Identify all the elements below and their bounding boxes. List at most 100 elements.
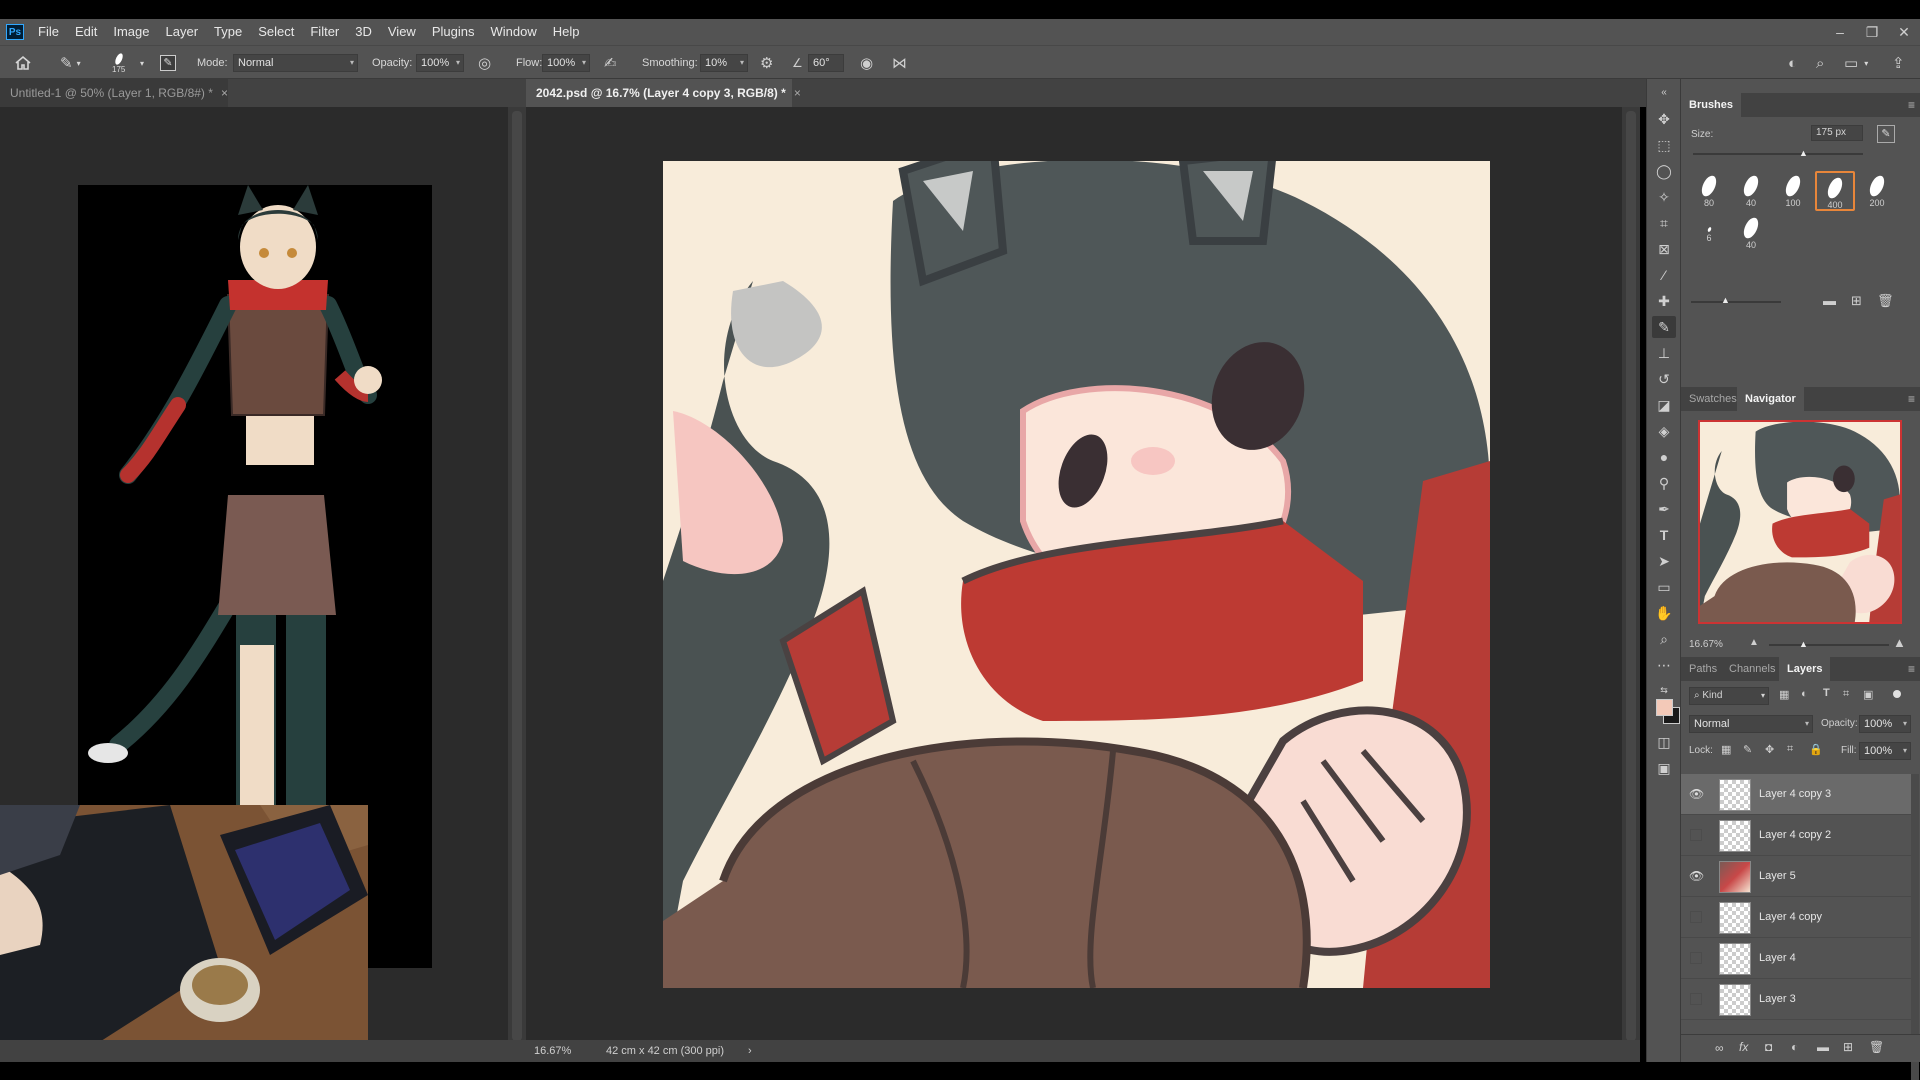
close-icon[interactable]: × xyxy=(794,86,801,100)
pressure-size-icon[interactable]: ◉ xyxy=(860,46,873,80)
flow-field[interactable]: 100% ▾ xyxy=(542,54,590,72)
panel-menu-icon[interactable]: ≡ xyxy=(1908,387,1915,411)
lasso-tool-icon[interactable]: ◯ xyxy=(1652,160,1676,182)
lock-artboard-icon[interactable]: ⌗ xyxy=(1787,743,1793,756)
new-group-folder-icon[interactable]: ▬ xyxy=(1823,293,1836,308)
layer-style-fx-icon[interactable]: fx xyxy=(1739,1040,1748,1054)
delete-layer-icon[interactable]: 🗑 xyxy=(1869,1040,1884,1054)
layer-row[interactable]: 👁 Layer 5 xyxy=(1681,856,1911,897)
close-icon[interactable]: × xyxy=(221,86,228,100)
search-icon[interactable]: ⌕ xyxy=(1816,46,1824,80)
brush-size-slider-handle[interactable]: ▲ xyxy=(1799,148,1808,158)
smoothing-field[interactable]: 10% ▾ xyxy=(700,54,748,72)
menu-type[interactable]: Type xyxy=(206,19,250,45)
menu-select[interactable]: Select xyxy=(250,19,302,45)
visibility-toggle-hidden[interactable] xyxy=(1690,952,1702,964)
panel-menu-icon[interactable]: ≡ xyxy=(1908,93,1915,117)
main-artwork-canvas[interactable] xyxy=(663,161,1490,988)
photoshop-logo-icon[interactable]: Ps xyxy=(6,24,24,40)
eye-icon[interactable]: 👁 xyxy=(1689,869,1704,883)
marquee-tool-icon[interactable]: ⬚ xyxy=(1652,134,1676,156)
link-layers-icon[interactable]: ∞ xyxy=(1715,1041,1724,1055)
new-group-icon[interactable]: ▬ xyxy=(1817,1040,1829,1054)
navigator-zoom-slider-handle[interactable]: ▲ xyxy=(1799,639,1808,649)
workspace-icon[interactable]: ▭ ▾ xyxy=(1844,46,1868,80)
tab-untitled-1[interactable]: Untitled-1 @ 50% (Layer 1, RGB/8#) * × xyxy=(0,79,228,107)
brush-size-field[interactable]: 175 px xyxy=(1811,125,1863,141)
layer-kind-filter[interactable]: ⌕ Kind ▾ xyxy=(1689,687,1769,705)
swap-colors-icon[interactable]: ⇆ xyxy=(1652,679,1676,701)
adjustment-layer-icon[interactable]: ◐ xyxy=(1791,1040,1798,1054)
visibility-toggle-hidden[interactable] xyxy=(1690,911,1702,923)
tab-paths[interactable]: Paths xyxy=(1681,657,1725,681)
clone-stamp-tool-icon[interactable]: ⊥ xyxy=(1652,342,1676,364)
rectangle-tool-icon[interactable]: ▭ xyxy=(1652,576,1676,598)
more-tools-icon[interactable]: ⋯ xyxy=(1652,654,1676,676)
main-vertical-scrollbar[interactable] xyxy=(1622,107,1640,1047)
menu-help[interactable]: Help xyxy=(545,19,588,45)
menu-edit[interactable]: Edit xyxy=(67,19,105,45)
lock-all-icon[interactable]: 🔒 xyxy=(1809,743,1823,756)
share-icon[interactable]: ⇪ xyxy=(1892,46,1905,80)
screen-mode-icon[interactable]: ▣ xyxy=(1652,757,1676,779)
brush-tool-icon[interactable]: ✎ xyxy=(1652,316,1676,338)
new-brush-icon[interactable]: ⊞ xyxy=(1851,293,1862,309)
filter-smart-object-icon[interactable]: ▣ xyxy=(1863,688,1873,701)
blur-tool-icon[interactable]: ● xyxy=(1652,446,1676,468)
brush-tip-80[interactable]: 80 xyxy=(1689,171,1729,211)
angle-field[interactable]: 60° xyxy=(808,54,844,72)
brush-tip-6[interactable]: 6 xyxy=(1689,213,1729,253)
visibility-toggle-hidden[interactable] xyxy=(1690,829,1702,841)
tab-swatches[interactable]: Swatches xyxy=(1681,387,1745,411)
quick-mask-icon[interactable]: ◫ xyxy=(1652,731,1676,753)
menu-plugins[interactable]: Plugins xyxy=(424,19,483,45)
healing-brush-tool-icon[interactable]: ✚ xyxy=(1652,290,1676,312)
menu-3d[interactable]: 3D xyxy=(347,19,380,45)
brush-preview-slider[interactable] xyxy=(1691,301,1781,303)
brush-tool-preset-icon[interactable]: ✎ ▾ xyxy=(60,46,81,80)
paint-bucket-tool-icon[interactable]: ◈ xyxy=(1652,420,1676,442)
frame-tool-icon[interactable]: ⊠ xyxy=(1652,238,1676,260)
close-icon[interactable]: ✕ xyxy=(1888,19,1920,45)
eye-icon[interactable]: 👁 xyxy=(1689,787,1704,801)
minimize-icon[interactable]: – xyxy=(1824,19,1856,45)
status-zoom[interactable]: 16.67% xyxy=(534,1040,571,1062)
scroll-thumb[interactable] xyxy=(1626,111,1636,1041)
layer-row[interactable]: Layer 3 xyxy=(1681,979,1911,1020)
brush-tip-200[interactable]: 200 xyxy=(1857,171,1897,211)
add-mask-icon[interactable]: ◘ xyxy=(1765,1040,1772,1054)
layer-opacity-field[interactable]: 100% ▾ xyxy=(1859,715,1911,733)
brush-size-picker[interactable]: 175 xyxy=(112,46,125,80)
brush-tip-100[interactable]: 100 xyxy=(1773,171,1813,211)
hand-tool-icon[interactable]: ✋ xyxy=(1652,602,1676,624)
tab-2042-psd[interactable]: 2042.psd @ 16.7% (Layer 4 copy 3, RGB/8)… xyxy=(526,79,801,107)
brush-tip-40[interactable]: 40 xyxy=(1731,171,1771,211)
type-tool-icon[interactable]: T xyxy=(1652,524,1676,546)
scroll-thumb[interactable] xyxy=(512,111,522,1041)
eraser-tool-icon[interactable]: ◪ xyxy=(1652,394,1676,416)
navigator-zoom-value[interactable]: 16.67% xyxy=(1689,639,1723,650)
layer-row[interactable]: Layer 4 copy xyxy=(1681,897,1911,938)
menu-view[interactable]: View xyxy=(380,19,424,45)
tab-brushes[interactable]: Brushes xyxy=(1681,93,1742,117)
brush-picker-caret-icon[interactable]: ▾ xyxy=(140,46,144,80)
share-account-icon[interactable]: ◐ xyxy=(1788,46,1797,80)
navigator-zoom-slider[interactable] xyxy=(1769,644,1889,646)
crop-tool-icon[interactable]: ⌗ xyxy=(1652,212,1676,234)
panel-menu-icon[interactable]: ≡ xyxy=(1908,657,1915,681)
brush-tip-40-b[interactable]: 40 xyxy=(1731,213,1771,253)
lock-image-pixels-icon[interactable]: ✎ xyxy=(1743,743,1752,756)
filter-shape-icon[interactable]: ⌗ xyxy=(1843,688,1849,701)
mode-dropdown[interactable]: Normal ▾ xyxy=(233,54,358,72)
filter-pixel-icon[interactable]: ▦ xyxy=(1779,688,1789,701)
foreground-color-swatch[interactable] xyxy=(1656,699,1673,716)
layer-row[interactable]: 👁 Layer 4 copy 3 xyxy=(1681,774,1911,815)
move-tool-icon[interactable]: ✥ xyxy=(1652,108,1676,130)
lock-position-icon[interactable]: ✥ xyxy=(1765,743,1774,756)
filter-type-icon[interactable]: T xyxy=(1823,687,1830,699)
layer-row[interactable]: Layer 4 copy 2 xyxy=(1681,815,1911,856)
brush-preview-slider-handle[interactable]: ▲ xyxy=(1721,295,1730,305)
airbrush-icon[interactable]: ✍ xyxy=(604,46,617,80)
zoom-in-icon[interactable]: ▲ xyxy=(1893,635,1906,650)
layer-fill-field[interactable]: 100% ▾ xyxy=(1859,742,1911,760)
